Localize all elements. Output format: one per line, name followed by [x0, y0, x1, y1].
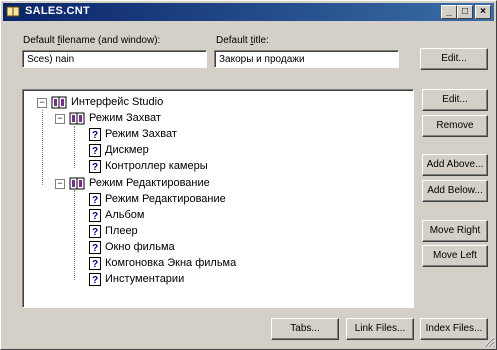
move-left-button[interactable]: Move Left [422, 245, 488, 267]
help-topic-icon: ? [89, 257, 101, 270]
tree-item-label: Режим Редактирование [105, 193, 226, 205]
move-right-button[interactable]: Move Right [422, 220, 488, 242]
book-icon [6, 6, 20, 17]
svg-text:?: ? [92, 275, 98, 286]
tree-item-label: Режим Захват [105, 128, 177, 140]
tree-item-label: Контроллер камеры [105, 160, 208, 172]
add-above-button[interactable]: Add Above... [422, 154, 488, 176]
svg-text:?: ? [92, 195, 98, 206]
default-title-label: Default title: [216, 35, 269, 46]
tree-connector [42, 110, 43, 185]
tree-topic[interactable]: ? Режим Редактирование [89, 192, 369, 208]
edit-defaults-button[interactable]: Edit... [420, 48, 488, 70]
book-icon [69, 112, 85, 125]
expand-toggle-icon[interactable]: − [55, 179, 65, 189]
book-icon [51, 96, 67, 109]
tree-group-capture[interactable]: − Режим Захват [55, 111, 355, 127]
tree-item-label: Альбом [105, 209, 145, 221]
default-title-label-suffix: itle: [253, 35, 269, 46]
tree-topic[interactable]: ? Комгоновка Экна фильма [89, 256, 389, 272]
tabs-button[interactable]: Tabs... [271, 318, 339, 340]
minimize-button[interactable]: _ [441, 5, 457, 19]
tree-group-edit[interactable]: − Режим Редактирование [55, 176, 355, 192]
help-topic-icon: ? [89, 160, 101, 173]
tree-item-label: Плеер [105, 225, 138, 237]
tree-item-label: Интерфейс Studio [71, 96, 164, 108]
default-title-input[interactable]: Закоры и продажи [214, 50, 399, 68]
tree-connector [74, 126, 75, 168]
svg-text:?: ? [92, 146, 98, 157]
tree-topic[interactable]: ? Дискмер [89, 143, 369, 159]
edit-button[interactable]: Edit... [422, 89, 488, 111]
help-topic-icon: ? [89, 241, 101, 254]
help-topic-icon: ? [89, 225, 101, 238]
sales-cnt-window: SALES.CNT _ □ × Default filename (and wi… [0, 0, 497, 350]
default-filename-input[interactable]: Sces) nain [22, 50, 207, 68]
tree-topic[interactable]: ? Альбом [89, 208, 369, 224]
tree-item-label: Режим Редактирование [89, 177, 210, 189]
book-icon [69, 177, 85, 190]
tree-root[interactable]: − Интерфейс Studio [37, 95, 337, 111]
help-topic-icon: ? [89, 193, 101, 206]
title-bar[interactable]: SALES.CNT _ □ × [3, 3, 494, 21]
help-topic-icon: ? [89, 273, 101, 286]
tree-item-label: Дискмер [105, 144, 149, 156]
tree-topic[interactable]: ? Инстументарии [89, 272, 369, 288]
default-filename-label-suffix: ilename (and window): [60, 35, 161, 46]
svg-text:?: ? [92, 130, 98, 141]
svg-text:?: ? [92, 211, 98, 222]
remove-button[interactable]: Remove [422, 115, 488, 137]
svg-text:?: ? [92, 162, 98, 173]
help-topic-icon: ? [89, 209, 101, 222]
contents-tree[interactable]: − Интерфейс Studio − Режим Захват ? Режи… [22, 89, 414, 308]
tree-item-label: Инстументарии [105, 273, 185, 285]
tree-item-label: Комгоновка Экна фильма [105, 257, 237, 269]
expand-toggle-icon[interactable]: − [37, 98, 47, 108]
default-title-label-prefix: Default [216, 35, 251, 46]
maximize-button[interactable]: □ [457, 5, 473, 19]
svg-text:?: ? [92, 227, 98, 238]
link-files-button[interactable]: Link Files... [346, 318, 414, 340]
tree-item-label: Режим Захват [89, 112, 161, 124]
tree-topic[interactable]: ? Плеер [89, 224, 369, 240]
default-filename-label: Default filename (and window): [23, 35, 160, 46]
window-title: SALES.CNT [25, 5, 91, 17]
tree-connector [74, 190, 75, 280]
expand-toggle-icon[interactable]: − [55, 114, 65, 124]
resize-grip-icon[interactable] [483, 336, 495, 348]
help-topic-icon: ? [89, 144, 101, 157]
help-topic-icon: ? [89, 128, 101, 141]
tree-topic[interactable]: ? Режим Захват [89, 127, 369, 143]
add-below-button[interactable]: Add Below... [422, 180, 488, 202]
svg-text:?: ? [92, 259, 98, 270]
close-button[interactable]: × [475, 5, 491, 19]
tree-topic[interactable]: ? Окно фильма [89, 240, 369, 256]
index-files-button[interactable]: Index Files... [420, 318, 488, 340]
tree-item-label: Окно фильма [105, 241, 175, 253]
svg-text:?: ? [92, 243, 98, 254]
tree-topic[interactable]: ? Контроллер камеры [89, 159, 369, 175]
default-filename-label-prefix: Default [23, 35, 58, 46]
